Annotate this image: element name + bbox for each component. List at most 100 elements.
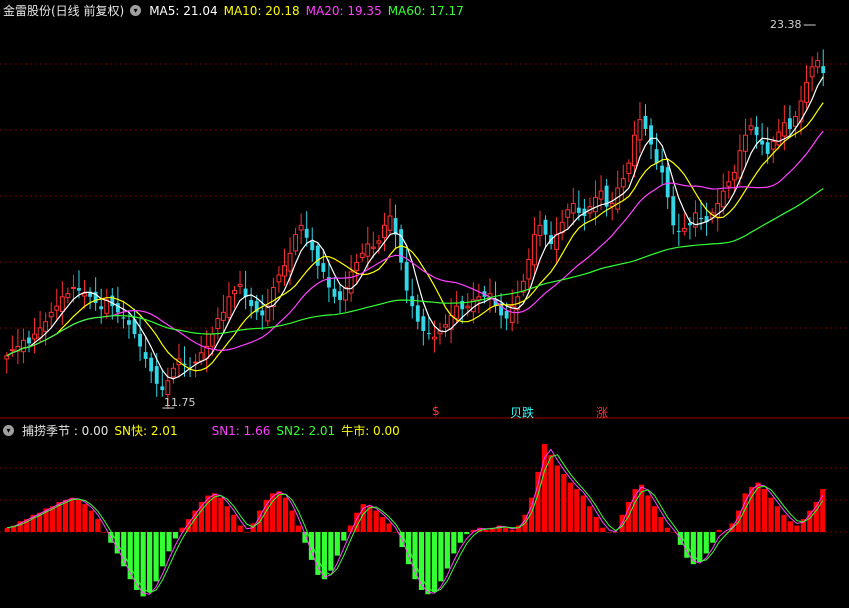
candle-body (720, 190, 726, 208)
histogram-bar (121, 532, 127, 567)
histogram-bar (703, 532, 709, 554)
histogram-bar (567, 482, 573, 532)
histogram-bar (101, 532, 107, 533)
candle (615, 170, 621, 214)
candle-body (593, 196, 598, 213)
bull-market-label: 牛市: 0.00 (341, 424, 400, 438)
candle (798, 85, 804, 135)
histogram-bar (794, 525, 800, 532)
candle-body (676, 230, 681, 232)
histogram-bar (69, 497, 75, 532)
candle-body (121, 317, 126, 319)
candle-body (293, 234, 299, 252)
histogram-bar (451, 532, 457, 554)
histogram-bar (781, 514, 787, 532)
candle (232, 286, 237, 309)
candle-body (731, 171, 737, 181)
candle-body (143, 352, 148, 359)
candle (276, 265, 282, 293)
candle-body (649, 125, 653, 145)
candle (387, 198, 393, 236)
histogram-bar (62, 499, 69, 532)
candle-body (48, 311, 54, 318)
histogram-bar (224, 506, 230, 532)
histogram-bar (645, 495, 651, 532)
candle-body (620, 178, 626, 188)
histogram-bar (580, 495, 586, 532)
histogram-bar (464, 532, 470, 535)
sn-fast-label: SN快: 2.01 (114, 424, 178, 438)
candle-body (370, 246, 376, 249)
candle-body (298, 224, 304, 231)
candle-body (665, 167, 670, 198)
candle-body (54, 305, 60, 311)
stock-title[interactable]: 金雷股份(日线 前复权) (3, 2, 124, 19)
candle (332, 276, 337, 304)
candle-body (543, 219, 548, 235)
histogram-bar (457, 532, 463, 543)
sn1-line (7, 448, 824, 595)
candle (338, 284, 342, 313)
candle (170, 362, 176, 384)
candle (149, 352, 154, 384)
candle-body (598, 190, 604, 200)
candle-body (660, 165, 665, 173)
candle-body (631, 134, 637, 167)
histogram-bar (147, 532, 153, 593)
candle (15, 328, 21, 365)
candle (499, 293, 504, 329)
candle (543, 215, 548, 249)
indicator-title[interactable]: 捕捞季节 : 0.00 (22, 422, 108, 439)
candle (20, 328, 26, 364)
histogram-bar (593, 516, 599, 532)
candle-body (20, 339, 26, 353)
candle (226, 282, 232, 323)
candle-body (576, 207, 581, 213)
candle (776, 118, 782, 150)
candle (348, 255, 354, 302)
candle (454, 291, 460, 323)
candle (815, 52, 821, 74)
histogram-bar (787, 521, 793, 532)
candle-body (198, 352, 204, 362)
candle-body (671, 196, 676, 226)
candle-body (215, 318, 221, 330)
candle (27, 330, 31, 353)
indicator-header: ▾ 捕捞季节 : 0.00 SN快: 2.01 SN1: 1.66 SN2: 2… (3, 422, 400, 439)
candle-body (821, 66, 826, 74)
candle-body (570, 203, 576, 214)
histogram-bar (483, 529, 489, 532)
candle-body (776, 131, 782, 146)
histogram-bar (438, 532, 444, 582)
candle-body (781, 122, 787, 137)
chevron-down-icon[interactable]: ▾ (3, 425, 14, 436)
candle (637, 102, 643, 153)
candle (270, 277, 276, 321)
candle-body (310, 241, 315, 251)
chevron-down-icon[interactable]: ▾ (130, 5, 142, 16)
candle (260, 294, 265, 330)
candle-body (43, 321, 49, 332)
candle (138, 316, 143, 361)
candle-body (793, 116, 798, 127)
main-chart-header: 金雷股份(日线 前复权) ▾ MA5: 21.04 MA10: 20.18 MA… (3, 2, 464, 19)
histogram-bar (690, 532, 696, 565)
candle-body (743, 134, 748, 152)
histogram-bar (159, 532, 166, 567)
candle-body (760, 140, 765, 145)
candle (787, 105, 792, 138)
candle-body (354, 262, 360, 271)
candle (88, 287, 93, 310)
candle-body (138, 333, 143, 347)
candle-body (193, 361, 199, 364)
histogram-bar (218, 497, 224, 532)
candle-body (237, 283, 243, 287)
candle-body (9, 349, 15, 352)
histogram-bar (554, 465, 560, 532)
candle-body (32, 333, 37, 340)
candle (32, 318, 37, 354)
histogram-bar (444, 532, 450, 569)
candle-body (321, 263, 326, 272)
candle (531, 217, 537, 275)
histogram-bar (774, 506, 781, 532)
